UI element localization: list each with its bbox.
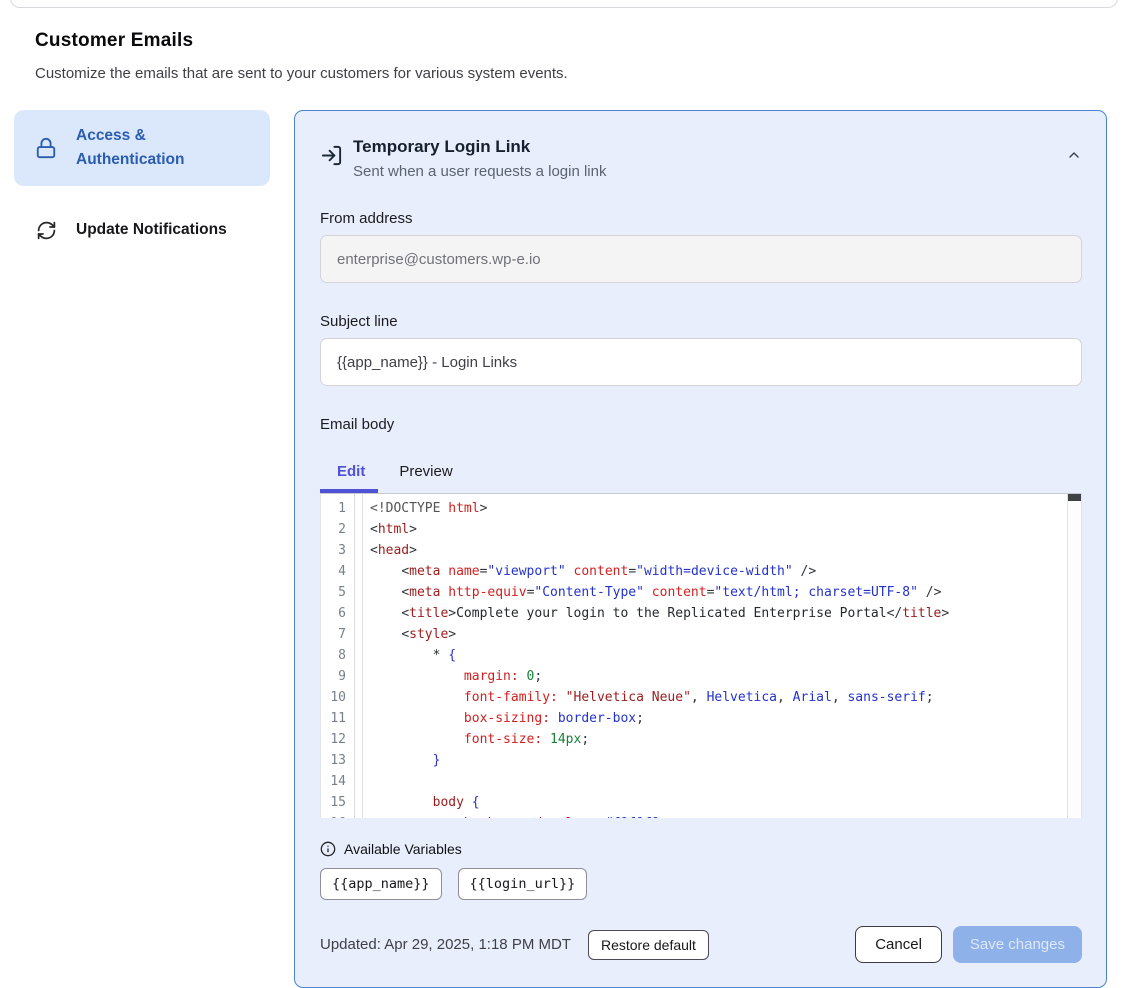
email-body-label: Email body — [320, 416, 1082, 433]
line-number: 9 — [321, 666, 354, 687]
variable-chips: {{app_name}} {{login_url}} — [320, 868, 1082, 900]
settings-sidebar: Access & Authentication Update Notificat… — [14, 110, 270, 256]
subject-line-label: Subject line — [320, 313, 1082, 330]
sidebar-item-label: Update Notifications — [76, 218, 227, 242]
line-number: 4 — [321, 561, 354, 582]
updated-timestamp: Updated: Apr 29, 2025, 1:18 PM MDT — [320, 936, 571, 953]
previous-card-bottom-edge — [10, 0, 1118, 8]
code-line[interactable]: 12 font-size: 14px; — [321, 729, 1081, 750]
restore-default-button[interactable]: Restore default — [588, 930, 709, 960]
available-variables-row: Available Variables — [320, 841, 1082, 857]
page-title: Customer Emails — [35, 30, 1093, 52]
page-header: Customer Emails Customize the emails tha… — [0, 0, 1128, 82]
code-line[interactable]: 11 box-sizing: border-box; — [321, 708, 1081, 729]
code-line[interactable]: 16 background-color: #f9f9f9; — [321, 813, 1081, 818]
line-number: 1 — [321, 498, 354, 519]
from-address-label: From address — [320, 210, 1082, 227]
code-line[interactable]: 13 } — [321, 750, 1081, 771]
code-line[interactable]: 8 * { — [321, 645, 1081, 666]
panel-header: Temporary Login Link Sent when a user re… — [320, 137, 1082, 180]
panel-footer: Updated: Apr 29, 2025, 1:18 PM MDT Resto… — [320, 926, 1082, 963]
code-editor[interactable]: 1<!DOCTYPE html>2<html>3<head>4 <meta na… — [320, 493, 1082, 818]
page-subtitle: Customize the emails that are sent to yo… — [35, 65, 1093, 82]
code-line[interactable]: 6 <title>Complete your login to the Repl… — [321, 603, 1081, 624]
log-in-icon — [320, 144, 344, 167]
line-number: 10 — [321, 687, 354, 708]
tab-edit[interactable]: Edit — [320, 449, 382, 493]
lock-icon — [34, 136, 58, 160]
panel-title: Temporary Login Link — [353, 137, 606, 157]
code-line[interactable]: 15 body { — [321, 792, 1081, 813]
cancel-button[interactable]: Cancel — [855, 926, 942, 963]
line-number: 3 — [321, 540, 354, 561]
info-icon — [320, 841, 336, 857]
line-number: 11 — [321, 708, 354, 729]
editor-lines: 1<!DOCTYPE html>2<html>3<head>4 <meta na… — [321, 494, 1081, 818]
line-number: 2 — [321, 519, 354, 540]
collapse-panel-button[interactable] — [1066, 147, 1082, 163]
code-line[interactable]: 1<!DOCTYPE html> — [321, 498, 1081, 519]
chevron-up-icon — [1066, 147, 1082, 163]
line-number: 8 — [321, 645, 354, 666]
code-line[interactable]: 4 <meta name="viewport" content="width=d… — [321, 561, 1081, 582]
variable-chip-app-name[interactable]: {{app_name}} — [320, 868, 442, 900]
line-number: 13 — [321, 750, 354, 771]
line-number: 12 — [321, 729, 354, 750]
subject-line-input[interactable] — [320, 338, 1082, 386]
available-variables-label: Available Variables — [344, 841, 462, 857]
line-number: 15 — [321, 792, 354, 813]
code-line[interactable]: 3<head> — [321, 540, 1081, 561]
line-number: 7 — [321, 624, 354, 645]
code-line[interactable]: 5 <meta http-equiv="Content-Type" conten… — [321, 582, 1081, 603]
panel-subtitle: Sent when a user requests a login link — [353, 163, 606, 180]
line-number: 6 — [321, 603, 354, 624]
code-line[interactable]: 2<html> — [321, 519, 1081, 540]
refresh-icon — [34, 218, 58, 242]
code-line[interactable]: 14 — [321, 771, 1081, 792]
editor-scrollbar-track[interactable] — [1067, 494, 1081, 818]
line-number: 5 — [321, 582, 354, 603]
sidebar-item-label: Access & Authentication — [76, 124, 254, 172]
email-settings-panel: Temporary Login Link Sent when a user re… — [294, 110, 1107, 988]
variable-chip-login-url[interactable]: {{login_url}} — [458, 868, 588, 900]
sidebar-item-update-notifications[interactable]: Update Notifications — [14, 204, 270, 256]
tab-preview[interactable]: Preview — [382, 449, 469, 493]
editor-scrollbar-thumb[interactable] — [1068, 494, 1081, 501]
line-number: 14 — [321, 771, 354, 792]
email-body-tabs: Edit Preview — [320, 449, 1082, 493]
code-line[interactable]: 9 margin: 0; — [321, 666, 1081, 687]
sidebar-item-access-authentication[interactable]: Access & Authentication — [14, 110, 270, 186]
code-line[interactable]: 10 font-family: "Helvetica Neue", Helvet… — [321, 687, 1081, 708]
save-changes-button[interactable]: Save changes — [953, 926, 1082, 963]
line-number: 16 — [321, 813, 354, 818]
code-line[interactable]: 7 <style> — [321, 624, 1081, 645]
from-address-input[interactable] — [320, 235, 1082, 283]
